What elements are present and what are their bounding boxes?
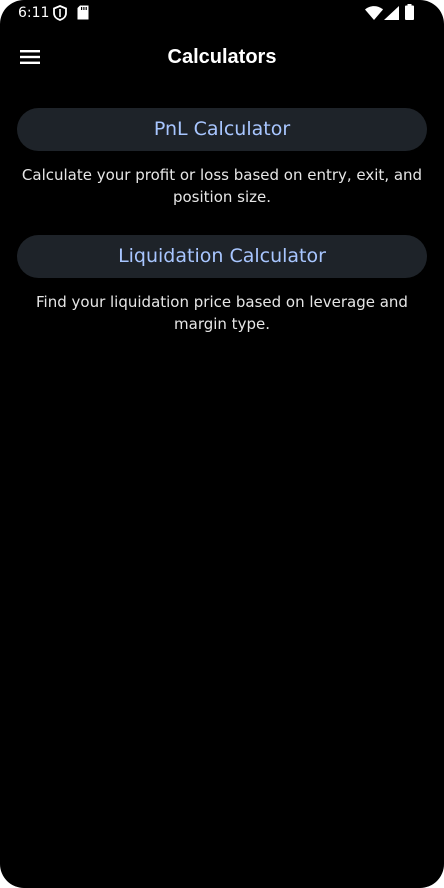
liquidation-calculator-description: Find your liquidation price based on lev… [36, 293, 408, 333]
sd-card-icon [77, 5, 89, 20]
signal-icon [384, 6, 399, 20]
shield-icon [53, 5, 67, 21]
battery-icon [405, 4, 414, 20]
liquidation-calculator-button[interactable]: Liquidation Calculator [17, 235, 427, 278]
page-title: Calculators [167, 46, 277, 68]
status-bar: 6:11 [0, 0, 444, 26]
wifi-icon [365, 6, 383, 20]
status-time: 6:11 [18, 5, 50, 21]
liquidation-calculator-section: Liquidation Calculator Find your liquida… [17, 235, 427, 335]
app-screen: 6:11 Calculators PnL Calculator Calculat… [0, 0, 444, 888]
app-bar: Calculators [0, 36, 444, 78]
pnl-calculator-section: PnL Calculator Calculate your profit or … [17, 108, 427, 208]
pnl-calculator-description: Calculate your profit or loss based on e… [21, 166, 423, 206]
pnl-calculator-button[interactable]: PnL Calculator [17, 108, 427, 151]
